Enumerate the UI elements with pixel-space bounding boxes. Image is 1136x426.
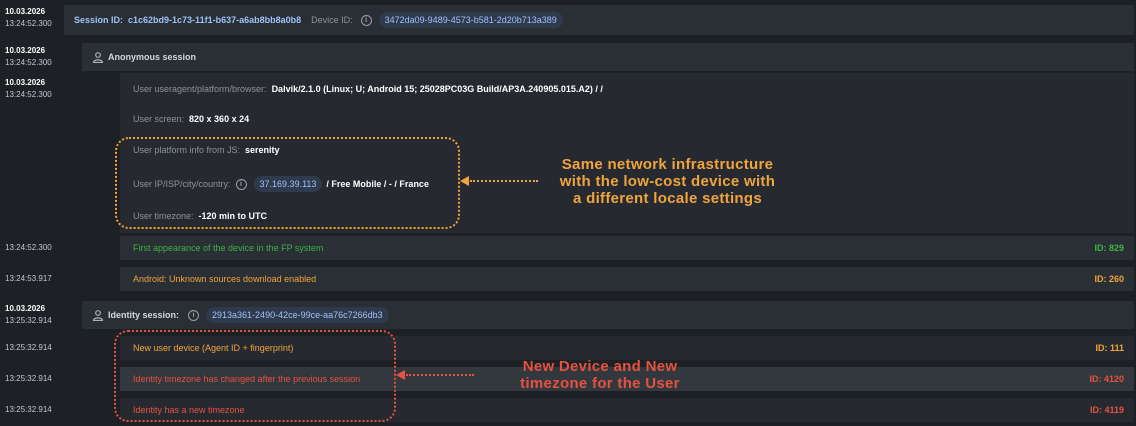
person-icon (92, 51, 104, 63)
session-id-label: Session ID: (74, 15, 124, 25)
identity-timestamp: 10.03.2026 13:25:32.914 (5, 303, 75, 327)
event-timestamp: 13:24:53.917 (5, 273, 75, 285)
info-icon[interactable]: i (360, 14, 372, 26)
device-annotation-line: timezone for the User (520, 375, 680, 392)
network-arrow-line (470, 180, 538, 182)
anonymous-session-row[interactable]: Anonymous session (82, 43, 1134, 71)
info-icon[interactable]: i (188, 309, 200, 321)
network-annotation-line: a different locale settings (573, 190, 762, 207)
event-time: 13:24:53.917 (5, 274, 52, 283)
identity-session-label: Identity session: (108, 310, 180, 320)
anon-time: 13:24:52.300 (5, 58, 52, 67)
event-id: ID: 4120 (1089, 374, 1124, 384)
event-text: Android: Unknown sources download enable… (133, 274, 317, 284)
network-arrowhead (460, 176, 469, 186)
useragent-row: User useragent/platform/browser: Dalvik/… (133, 80, 603, 98)
event-id: ID: 111 (1095, 343, 1124, 353)
useragent-value: Dalvik/2.1.0 (Linux; U; Android 15; 2502… (271, 84, 603, 94)
anon-timestamp: 10.03.2026 13:24:52.300 (5, 45, 75, 69)
network-annotation: Same network infrastructure with the low… (545, 156, 790, 207)
session-time: 13:24:52.300 (5, 19, 52, 28)
event-id: ID: 829 (1094, 243, 1124, 253)
event-timestamp: 13:25:32.914 (5, 404, 75, 416)
device-id-pill[interactable]: 3472da09-9489-4573-b581-2d20b713a389 (378, 12, 563, 28)
device-id-label: Device ID: (311, 15, 353, 25)
event-row[interactable]: First appearance of the device in the FP… (120, 236, 1134, 260)
screen-value: 820 x 360 x 24 (189, 114, 250, 124)
identity-id-pill[interactable]: 2913a361-2490-42ce-99ce-aa76c7266db3 (206, 307, 389, 323)
identity-session-row[interactable]: Identity session: i 2913a361-2490-42ce-9… (82, 301, 1134, 329)
device-highlight-box (114, 330, 396, 422)
network-annotation-line: Same network infrastructure (561, 156, 774, 173)
network-highlight-box (115, 137, 460, 229)
event-time: 13:25:32.914 (5, 343, 52, 352)
device-annotation-line: New Device and New (522, 358, 678, 375)
device-arrow-line (406, 374, 474, 376)
details-date: 10.03.2026 (5, 78, 46, 87)
screen-label: User screen: (133, 114, 185, 124)
details-timestamp: 10.03.2026 13:24:52.300 (5, 77, 75, 101)
identity-date: 10.03.2026 (5, 304, 46, 313)
event-id: ID: 4119 (1089, 405, 1124, 415)
event-text: First appearance of the device in the FP… (133, 243, 324, 253)
person-icon (92, 309, 104, 321)
device-annotation: New Device and New timezone for the User (500, 358, 700, 392)
event-time: 13:25:32.914 (5, 374, 52, 383)
event-timestamp: 13:24:52.300 (5, 242, 75, 254)
device-arrowhead (396, 370, 405, 380)
identity-time: 13:25:32.914 (5, 316, 52, 325)
screen-row: User screen: 820 x 360 x 24 (133, 110, 249, 128)
event-timestamp: 13:25:32.914 (5, 342, 75, 354)
event-row[interactable]: Android: Unknown sources download enable… (120, 267, 1134, 291)
network-annotation-line: with the low-cost device with (559, 173, 776, 190)
useragent-label: User useragent/platform/browser: (133, 84, 267, 94)
event-timestamp: 13:25:32.914 (5, 373, 75, 385)
anon-date: 10.03.2026 (5, 46, 46, 55)
anonymous-session-title: Anonymous session (108, 52, 197, 62)
details-time: 13:24:52.300 (5, 90, 52, 99)
event-id: ID: 260 (1094, 274, 1124, 284)
event-time: 13:25:32.914 (5, 405, 52, 414)
session-id[interactable]: c1c62bd9-1c73-11f1-b637-a6ab8bb8a0b8 (128, 15, 301, 25)
session-header: Session ID: c1c62bd9-1c73-11f1-b637-a6ab… (64, 5, 1134, 35)
event-time: 13:24:52.300 (5, 243, 52, 252)
